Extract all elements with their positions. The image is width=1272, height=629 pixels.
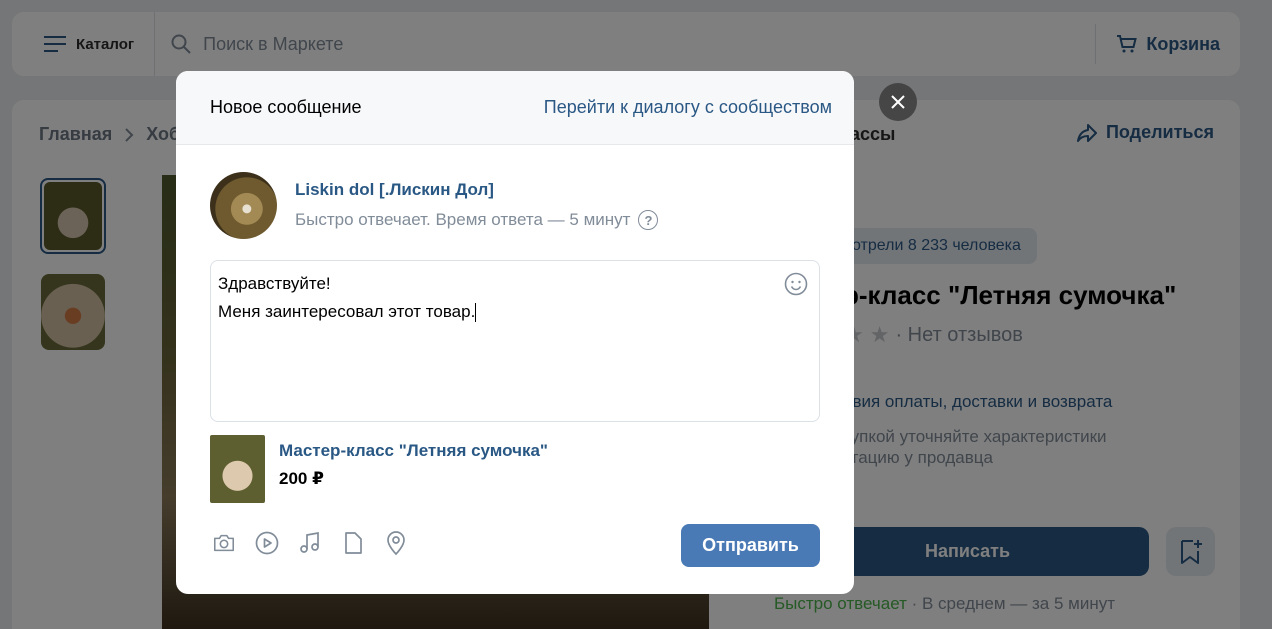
close-modal-button[interactable] (879, 83, 917, 121)
response-time-text: Быстро отвечает. Время ответа — 5 минут (295, 210, 631, 229)
new-message-modal: Новое сообщение Перейти к диалогу с сооб… (176, 71, 854, 594)
video-icon[interactable] (255, 531, 279, 555)
attachment-title[interactable]: Мастер-класс "Летняя сумочка" (279, 441, 548, 461)
location-icon[interactable] (384, 531, 408, 556)
document-icon[interactable] (341, 531, 365, 555)
smile-icon (784, 272, 808, 296)
message-line-1: Здравствуйте! (218, 274, 331, 293)
product-attachment: Мастер-класс "Летняя сумочка" 200 ₽ (210, 435, 548, 503)
camera-icon[interactable] (212, 531, 236, 555)
modal-title: Новое сообщение (210, 97, 362, 117)
help-icon[interactable]: ? (638, 210, 659, 230)
response-time: Быстро отвечает. Время ответа — 5 минут … (295, 210, 659, 230)
text-cursor (475, 303, 477, 323)
music-icon[interactable] (298, 531, 322, 555)
emoji-button[interactable] (784, 272, 808, 301)
community-avatar[interactable] (210, 172, 277, 239)
message-input[interactable]: Здравствуйте! Меня заинтересовал этот то… (210, 260, 820, 422)
attach-toolbar (212, 531, 408, 556)
close-icon (891, 95, 905, 109)
community-info: Liskin dol [.Лискин Дол] Быстро отвечает… (210, 172, 659, 239)
message-line-2-text: Меня заинтересовал этот товар. (218, 302, 476, 321)
dialog-link[interactable]: Перейти к диалогу с сообществом (544, 97, 832, 118)
send-button[interactable]: Отправить (681, 524, 820, 567)
message-line-2: Меня заинтересовал этот товар. (218, 298, 812, 326)
modal-header: Новое сообщение Перейти к диалогу с сооб… (176, 71, 854, 145)
attachment-image[interactable] (210, 435, 265, 503)
community-name[interactable]: Liskin dol [.Лискин Дол] (295, 180, 658, 200)
attachment-price: 200 ₽ (279, 469, 324, 488)
